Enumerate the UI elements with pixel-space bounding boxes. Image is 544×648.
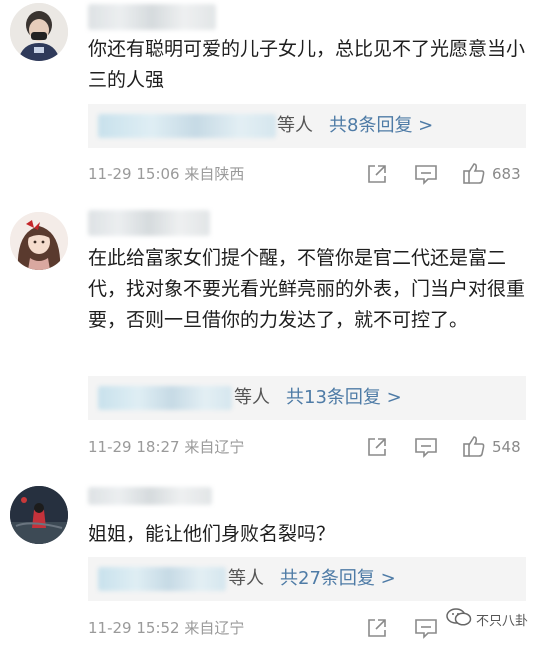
reply-users-blurred [98,386,232,410]
comment-icon[interactable] [414,617,438,643]
reply-summary[interactable]: 等人 共8条回复 > [88,104,526,148]
like-count: 548 [492,438,521,456]
like-count: 683 [492,165,521,183]
avatar[interactable] [10,486,68,544]
thumbs-up-icon[interactable] [462,434,486,462]
reply-users-suffix: 等人 [277,115,313,136]
reply-summary[interactable]: 等人 共13条回复 > [88,376,526,420]
avatar[interactable] [10,212,68,270]
comment-text: 你还有聪明可爱的儿子女儿，总比见不了光愿意当小三的人强 [88,38,526,91]
share-icon[interactable] [366,436,388,462]
reply-users-blurred [98,567,226,591]
avatar[interactable] [10,3,68,61]
username-blurred[interactable] [88,210,210,236]
comment-meta: 11-29 18:27 来自辽宁 [88,438,245,456]
watermark-text: 不只八卦 [476,613,529,629]
comment-text: 姐姐，能让他们身败名裂吗？ [88,523,336,545]
thumbs-up-icon[interactable] [462,161,486,189]
reply-users-blurred [98,114,276,138]
share-icon[interactable] [366,617,388,643]
reply-count-link[interactable]: 共13条回复 > [286,386,402,410]
share-icon[interactable] [366,163,388,189]
reply-users-suffix: 等人 [234,387,270,408]
watermark: 不只八卦 [446,607,528,631]
reply-users-suffix: 等人 [228,568,264,589]
reply-count-link[interactable]: 共27条回复 > [280,567,396,591]
username-blurred[interactable] [88,487,212,505]
comment-icon[interactable] [414,163,438,189]
reply-summary[interactable]: 等人 共27条回复 > [88,557,526,601]
comment-icon[interactable] [414,436,438,462]
comment-text: 在此给富家女们提个醒，不管你是官二代还是富二代，找对象不要光看光鲜亮丽的外表，门… [88,247,526,331]
comment-meta: 11-29 15:52 来自辽宁 [88,619,245,637]
reply-count-link[interactable]: 共8条回复 > [329,114,433,138]
wechat-icon [446,607,472,631]
username-blurred[interactable] [88,4,216,30]
comment-meta: 11-29 15:06 来自陕西 [88,165,245,183]
